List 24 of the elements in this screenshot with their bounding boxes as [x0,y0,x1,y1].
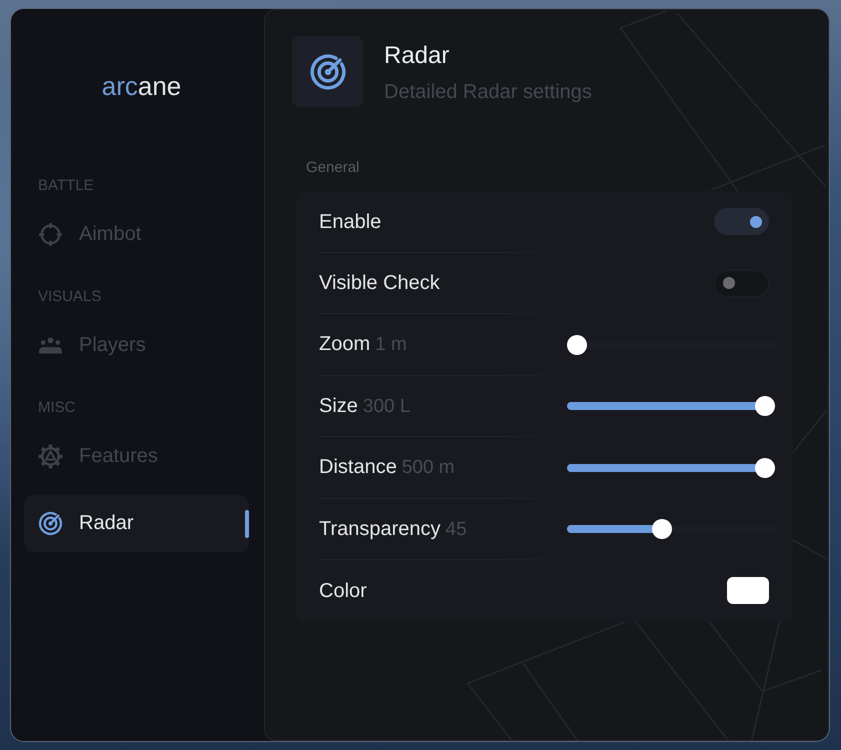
toggle-switch[interactable] [714,208,769,236]
radar-icon [38,511,63,536]
setting-label: Visible Check [319,271,440,296]
group-label: General [306,159,360,177]
radar-icon [292,36,363,107]
setting-label: Distance [319,455,397,480]
sidebar-item[interactable]: Radar [24,495,249,552]
setting-label: Color [319,578,367,603]
page-title: Radar [384,42,450,70]
setting-label: Enable [319,210,382,234]
crosshair-icon [38,222,63,247]
slider-thumb[interactable] [567,334,587,355]
people-icon [38,337,63,354]
slider-thumb[interactable] [652,519,672,540]
setting-label: Transparency [319,516,441,541]
setting-label: Zoom [319,332,370,356]
color-swatch[interactable] [727,577,769,604]
gear-icon [38,444,63,469]
setting-label: Size [319,394,358,418]
slider-thumb[interactable] [755,396,775,416]
selection-indicator [245,510,249,538]
logo-text: arcane [102,71,182,101]
toggle-switch[interactable] [714,270,769,297]
slider-thumb[interactable] [755,458,775,478]
